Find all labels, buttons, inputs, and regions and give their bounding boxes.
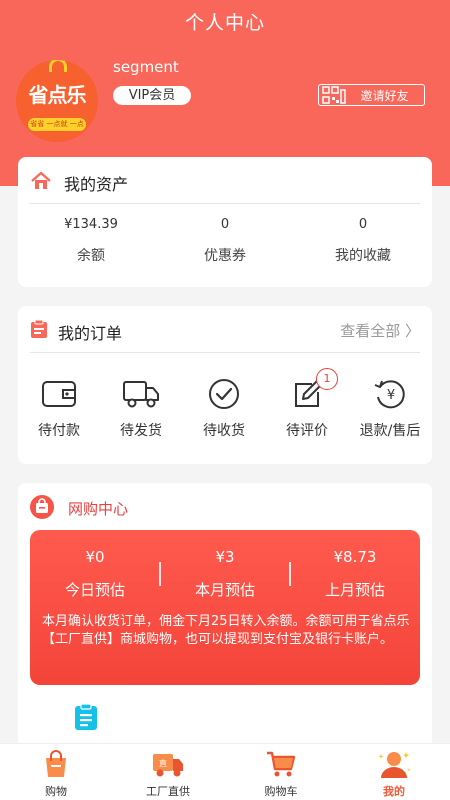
month-estimate[interactable]: ¥3 本月预估	[160, 548, 290, 600]
order-pending-review[interactable]: 1 待评价	[266, 368, 348, 440]
tab-factory-direct[interactable]: 直 工厂直供	[112, 748, 224, 799]
earnings-note: 本月确认收货订单，佣金下月25日转入余额。余额可用于省点乐【工厂直供】商城购物，…	[42, 614, 410, 647]
coupon-stat[interactable]: 0 优惠券	[156, 215, 294, 265]
order-refund-aftersale[interactable]: ¥ 退款/售后	[349, 376, 431, 440]
order-pending-payment[interactable]: 待付款	[18, 376, 100, 440]
shopping-center-title: 网购中心	[68, 500, 129, 518]
wallet-icon	[18, 376, 100, 412]
logo-slogan: 省省 一点就 一点	[28, 118, 86, 131]
tab-profile[interactable]: 我的	[338, 748, 450, 799]
orders-card: 我的订单 查看全部 〉 待付款 待发货 待收货 1 待评价 ¥ 退款/售后	[18, 306, 432, 464]
clipboard-icon	[30, 319, 52, 339]
orders-title: 我的订单	[58, 324, 123, 343]
order-label: 待付款	[38, 423, 80, 439]
today-label: 今日预估	[64, 581, 125, 599]
refund-icon: ¥	[349, 376, 431, 412]
favorites-label: 我的收藏	[335, 248, 391, 264]
shopping-center-card: 网购中心 ¥0 今日预估 ¥3 本月预估 ¥8.73 上月预估 本月确认收货订单…	[18, 483, 432, 745]
cart-icon	[225, 748, 337, 780]
shopping-bag-badge-icon	[30, 495, 54, 519]
order-label: 退款/售后	[359, 423, 421, 439]
assets-header: 我的资产	[18, 157, 432, 205]
invite-friends-button[interactable]: 邀请好友	[318, 84, 425, 106]
shopping-bag-icon	[0, 748, 112, 780]
earnings-panel: ¥0 今日预估 ¥3 本月预估 ¥8.73 上月预估 本月确认收货订单，佣金下月…	[30, 530, 420, 685]
balance-stat[interactable]: ¥134.39 余额	[22, 215, 160, 265]
invite-label: 邀请好友	[360, 88, 409, 103]
today-estimate[interactable]: ¥0 今日预估	[30, 548, 160, 600]
orders-header: 我的订单 查看全部 〉	[18, 306, 432, 354]
tab-label: 工厂直供	[146, 785, 190, 798]
truck-icon	[100, 376, 182, 412]
tab-cart[interactable]: 购物车	[225, 748, 337, 799]
tab-label: 我的	[383, 785, 405, 798]
logo-brand: 省点乐	[28, 83, 87, 107]
app-logo: 省点乐 省省 一点就 一点	[16, 60, 98, 142]
month-amount: ¥3	[215, 548, 235, 566]
month-label: 本月预估	[194, 581, 255, 599]
bag-handle-icon	[49, 60, 67, 72]
last-month-label: 上月预估	[324, 581, 385, 599]
document-icon[interactable]	[72, 703, 100, 731]
today-amount: ¥0	[85, 548, 105, 566]
tab-label: 购物车	[264, 785, 298, 798]
order-pending-shipment[interactable]: 待发货	[100, 376, 182, 440]
review-count-badge: 1	[316, 368, 338, 390]
view-all-orders-link[interactable]: 查看全部 〉	[340, 320, 420, 341]
balance-label: 余额	[77, 248, 105, 264]
svg-text:¥: ¥	[387, 388, 395, 403]
order-pending-receipt[interactable]: 待收货	[183, 376, 265, 440]
bottom-tab-bar: 购物 直 工厂直供 购物车 我的	[0, 743, 450, 800]
last-month-amount: ¥8.73	[333, 548, 377, 566]
profile-icon	[338, 748, 450, 780]
edit-icon: 1	[266, 368, 348, 412]
shopping-center-header: 网购中心	[18, 483, 432, 531]
assets-title: 我的资产	[64, 175, 129, 194]
tab-label: 购物	[45, 785, 67, 798]
svg-text:直: 直	[159, 758, 167, 768]
tab-shopping[interactable]: 购物	[0, 748, 112, 799]
order-label: 待评价	[286, 423, 328, 439]
order-label: 待收货	[203, 423, 245, 439]
qr-code-icon	[319, 85, 349, 105]
coupon-value: 0	[220, 217, 230, 232]
username: segment	[113, 58, 179, 76]
vip-badge[interactable]: VIP会员	[113, 86, 191, 105]
divider	[30, 352, 420, 353]
favorites-value: 0	[358, 217, 368, 232]
coupon-label: 优惠券	[204, 248, 246, 264]
page-title: 个人中心	[184, 12, 265, 34]
divider	[30, 203, 420, 204]
order-label: 待发货	[120, 423, 162, 439]
check-circle-icon	[183, 376, 265, 412]
assets-card: 我的资产 ¥134.39 余额 0 优惠券 0 我的收藏	[18, 157, 432, 287]
factory-truck-icon: 直	[112, 748, 224, 780]
home-icon	[30, 171, 52, 191]
balance-value: ¥134.39	[64, 217, 118, 232]
last-month-estimate[interactable]: ¥8.73 上月预估	[290, 548, 420, 600]
favorites-stat[interactable]: 0 我的收藏	[294, 215, 432, 265]
